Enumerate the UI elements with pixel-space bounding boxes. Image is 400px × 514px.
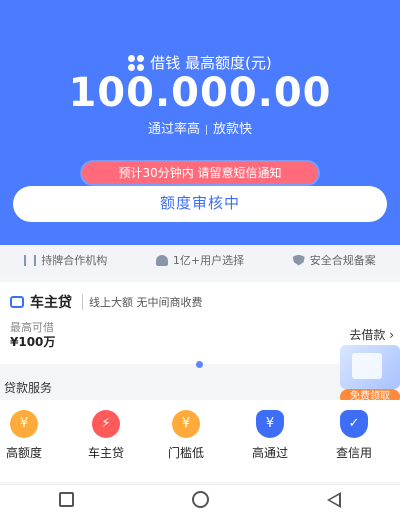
carousel-indicator — [196, 361, 203, 368]
service-high-limit[interactable]: ¥ 高额度 — [0, 408, 48, 461]
hero-banner: 借钱 最高额度(元) 100.000.00 通过率高 放款快 预计30分钟内 请留… — [0, 0, 400, 245]
divider — [206, 124, 207, 135]
shield-icon — [292, 254, 305, 266]
service-label: 车主贷 — [87, 446, 124, 460]
services-grid: ¥ 高额度 ⚡ 车主贷 ¥ 门槛低 ¥ 高通过 ✓ 查信用 — [0, 400, 400, 482]
feature-secure: 安全合规备案 — [292, 252, 376, 268]
review-status-button[interactable]: 额度审核中 — [13, 186, 387, 222]
service-low-threshold[interactable]: ¥ 门槛低 — [158, 408, 214, 461]
home-icon[interactable] — [192, 491, 209, 508]
service-label: 查信用 — [335, 446, 372, 460]
clover-icon — [128, 54, 145, 71]
max-borrow-amount: ¥100万 — [10, 335, 56, 349]
car-icon — [10, 296, 24, 308]
service-high-approval[interactable]: ¥ 高通过 — [242, 408, 298, 461]
credit-amount: 100.000.00 — [68, 70, 332, 116]
service-car-loan[interactable]: ⚡ 车主贷 — [78, 408, 134, 461]
feature-strip: 持牌合作机构 1亿+用户选择 安全合规备案 — [0, 245, 400, 275]
sub-left: 通过率高 — [147, 122, 200, 137]
flash-icon: ⚡ — [92, 410, 120, 438]
service-label: 门槛低 — [167, 446, 204, 460]
go-borrow-link[interactable]: 去借款 › — [349, 326, 394, 343]
users-icon — [155, 254, 168, 266]
car-loan-header: 车主贷 线上大额 无中间商收费 — [10, 292, 203, 312]
recent-apps-icon[interactable] — [59, 492, 74, 507]
yen-icon: ¥ — [172, 410, 200, 438]
car-loan-title: 车主贷 — [30, 295, 72, 311]
feature-label: 1亿+用户选择 — [172, 254, 245, 267]
feature-users: 1亿+用户选择 — [155, 252, 245, 268]
back-icon[interactable] — [327, 491, 341, 508]
feature-label: 持牌合作机构 — [41, 254, 108, 267]
loan-services-heading: 贷款服务 — [4, 381, 53, 395]
service-credit-check[interactable]: ✓ 查信用 — [326, 408, 382, 461]
yen-icon: ¥ — [10, 410, 38, 438]
feature-licensed: 持牌合作机构 — [24, 252, 107, 268]
hero-subline: 通过率高 放款快 — [0, 118, 400, 137]
shield-check-icon: ✓ — [340, 410, 368, 438]
money-bag-icon: ¥ — [256, 410, 284, 438]
sms-notice-pill: 预计30分钟内 请留意短信通知 — [82, 162, 318, 184]
feature-label: 安全合规备案 — [309, 254, 376, 267]
car-loan-desc: 线上大额 无中间商收费 — [82, 294, 203, 310]
system-nav-bar — [0, 484, 400, 514]
service-label: 高通过 — [251, 446, 288, 460]
service-label: 高额度 — [5, 446, 42, 460]
sub-right: 放款快 — [213, 122, 253, 137]
building-icon — [24, 254, 37, 266]
